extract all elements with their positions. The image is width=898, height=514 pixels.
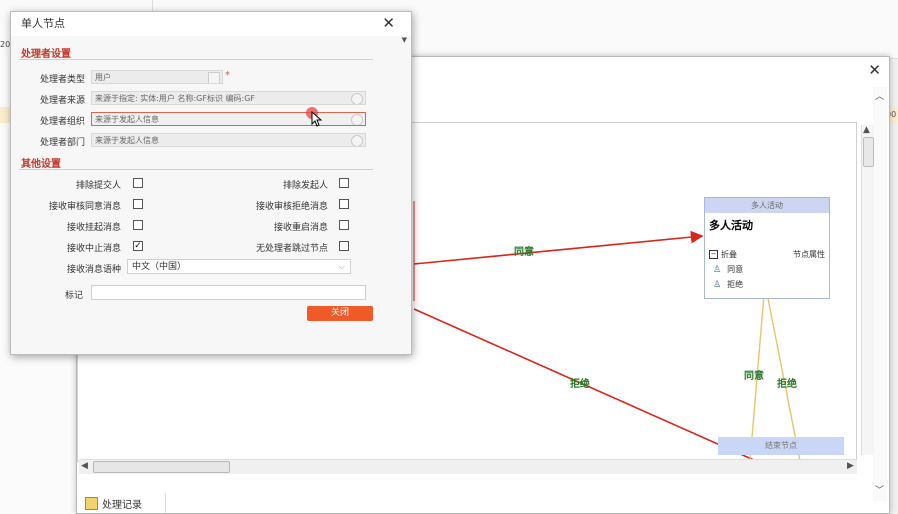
person-icon: ♙	[713, 264, 722, 275]
no-handler-skip-checkbox[interactable]	[339, 241, 349, 251]
handler-source-label: 处理者来源	[39, 96, 85, 106]
note-icon	[85, 496, 98, 510]
chevron-down-icon: ⌵	[338, 262, 345, 271]
mark-label: 标记	[64, 291, 83, 301]
dialog-title: 单人节点	[11, 12, 411, 36]
recv-reject-label: 接收审核拒绝消息	[255, 202, 328, 212]
msg-lang-select[interactable]: 中文（中国） ⌵	[127, 259, 351, 274]
canvas-vertical-scrollbar[interactable]	[861, 125, 874, 455]
mouse-pointer-icon	[311, 111, 323, 127]
edge-label-agree-right: 同意	[744, 371, 764, 382]
node-title: 多人活动	[709, 219, 753, 232]
recv-abort-label: 接收中止消息	[66, 244, 121, 254]
exclude-initiator-checkbox[interactable]	[339, 178, 349, 188]
msg-lang-value: 中文（中国）	[132, 262, 187, 272]
handler-dept-label: 处理者部门	[39, 138, 85, 148]
handler-type-value: 用户	[95, 73, 111, 82]
exclude-initiator-label: 排除发起人	[282, 181, 328, 191]
canvas-scroll-left-icon[interactable]: ◀	[81, 461, 88, 471]
scroll-down-icon[interactable]: ﹀	[875, 483, 884, 496]
node-collapse-label[interactable]: 折叠	[721, 249, 737, 260]
window-close-icon[interactable]: ✕	[868, 61, 881, 79]
handler-source-value: 来源于指定: 实体:用户 名称:GF标识 编码:GF	[95, 94, 256, 103]
section-other: 其他设置	[21, 159, 61, 170]
handler-dept-value: 来源于发起人信息	[95, 136, 159, 145]
edge-label-reject: 拒绝	[570, 379, 590, 390]
recv-suspend-checkbox[interactable]	[133, 220, 143, 230]
dialog-caret-icon: ▼	[401, 36, 407, 44]
lookup-icon[interactable]	[351, 135, 363, 146]
edge-label-agree: 同意	[514, 247, 534, 258]
handler-source-field[interactable]: 来源于指定: 实体:用户 名称:GF标识 编码:GF	[91, 91, 366, 105]
multi-person-node[interactable]: 多人活动 多人活动 − 折叠 节点属性 ♙ 同意 ♙ 拒绝	[704, 197, 830, 299]
collapse-icon[interactable]: −	[709, 250, 718, 259]
end-node[interactable]: 结束节点	[718, 437, 844, 455]
recv-restart-label: 接收重启消息	[273, 223, 328, 233]
recv-suspend-label: 接收挂起消息	[66, 223, 121, 233]
scroll-up-icon[interactable]: ︿	[875, 89, 884, 102]
edge-reject-right	[764, 282, 801, 461]
handler-type-field[interactable]: 用户	[91, 70, 223, 84]
node-props-label[interactable]: 节点属性	[793, 249, 825, 260]
required-mark: *	[225, 70, 230, 81]
node-item-label: 同意	[727, 265, 744, 274]
person-icon: ♙	[713, 279, 722, 290]
handler-type-label: 处理者类型	[39, 75, 85, 85]
canvas-vertical-thumb[interactable]	[863, 137, 874, 167]
dropdown-icon[interactable]	[208, 72, 220, 83]
lookup-icon[interactable]	[351, 93, 363, 104]
tab-label: 处理记录	[102, 499, 142, 511]
handler-org-value: 来源于发起人信息	[95, 115, 159, 124]
mark-input[interactable]	[91, 285, 366, 300]
node-header: 多人活动	[705, 198, 829, 213]
exclude-submitter-checkbox[interactable]	[133, 178, 143, 188]
recv-approve-checkbox[interactable]	[133, 199, 143, 209]
no-handler-skip-label: 无处理者跳过节点	[255, 244, 328, 254]
outer-vertical-scrollbar[interactable]: ︿ ﹀	[873, 87, 887, 501]
handler-org-label: 处理者组织	[39, 117, 85, 127]
close-button[interactable]: 关闭	[307, 306, 373, 321]
recv-approve-label: 接收审核同意消息	[48, 202, 121, 212]
recv-reject-checkbox[interactable]	[339, 199, 349, 209]
node-item-agree[interactable]: ♙ 同意	[705, 264, 829, 275]
tab-process-records[interactable]: 处理记录	[79, 493, 166, 513]
exclude-submitter-label: 排除提交人	[75, 181, 121, 191]
msg-lang-label: 接收消息语种	[66, 265, 121, 275]
single-node-dialog: 单人节点 ✕ ▼ 处理者设置 处理者类型 用户 * 处理者来源 来源于指定: 实…	[10, 11, 412, 355]
section-divider	[19, 169, 373, 170]
recv-restart-checkbox[interactable]	[339, 220, 349, 230]
node-item-label: 拒绝	[727, 280, 744, 289]
recv-abort-checkbox[interactable]: ✓	[133, 241, 143, 251]
canvas-scroll-up-icon[interactable]: ▲	[863, 125, 870, 135]
lookup-icon[interactable]	[351, 114, 363, 125]
node-item-reject[interactable]: ♙ 拒绝	[705, 279, 829, 290]
handler-dept-field[interactable]: 来源于发起人信息	[91, 133, 366, 147]
dialog-close-icon[interactable]: ✕	[382, 14, 395, 32]
canvas-horizontal-thumb[interactable]	[93, 461, 230, 473]
background-cell-fragment: 20	[0, 40, 11, 49]
section-divider	[19, 59, 373, 60]
handler-org-field[interactable]: 来源于发起人信息	[91, 112, 366, 126]
edge-label-reject-right: 拒绝	[777, 379, 797, 390]
canvas-scroll-right-icon[interactable]: ▶	[847, 461, 854, 471]
section-handler: 处理者设置	[21, 49, 71, 60]
edge-agree-top	[413, 230, 704, 265]
